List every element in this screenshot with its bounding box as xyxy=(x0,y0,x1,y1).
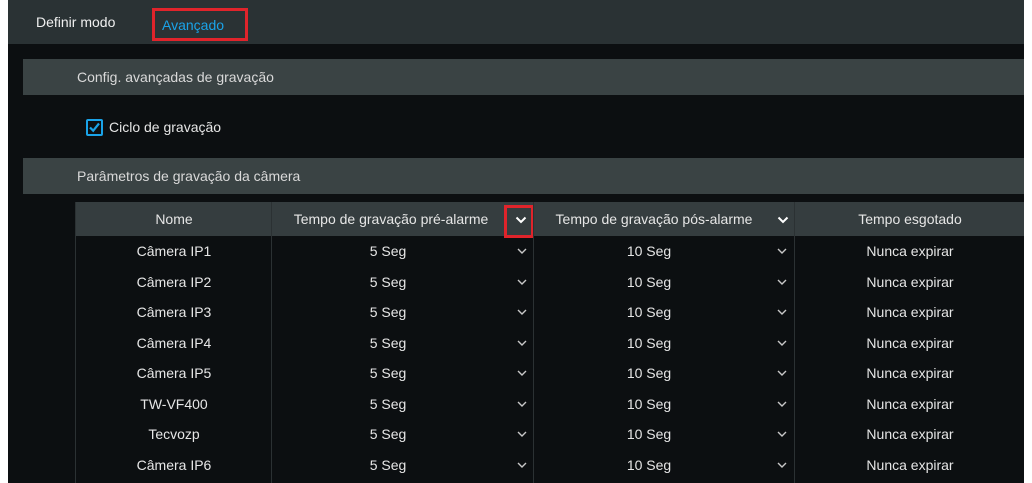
expire-select[interactable]: Nunca expirar xyxy=(795,236,1024,267)
expire-select[interactable]: Nunca expirar xyxy=(795,450,1024,481)
table-body: Câmera IP1 5 Seg 10 Seg Nunca expirar Câmera… xyxy=(76,236,1024,480)
table-row: Câmera IP6 5 Seg 10 Seg Nunca expirar xyxy=(76,450,1024,481)
pre-alarm-chevron-down-icon[interactable] xyxy=(517,429,527,439)
post-alarm-chevron-down-icon[interactable] xyxy=(777,368,787,378)
header-expire: Tempo esgotado xyxy=(858,211,962,227)
table-row: Câmera IP5 5 Seg 10 Seg Nunca expirar xyxy=(76,358,1024,389)
expire-select[interactable]: Nunca expirar xyxy=(795,358,1024,389)
checkmark-icon xyxy=(89,122,100,132)
table-row: TW-VF400 5 Seg 10 Seg Nunca expirar xyxy=(76,389,1024,420)
camera-name-cell: Câmera IP4 xyxy=(136,334,212,351)
camera-name-cell: Câmera IP6 xyxy=(136,456,212,473)
recording-settings-screen: Definir modo Avançado Config. avançadas … xyxy=(8,0,1024,483)
post-alarm-chevron-down-icon[interactable] xyxy=(777,429,787,439)
cycle-record-label: Ciclo de gravação xyxy=(109,119,222,135)
post-alarm-chevron-down-icon[interactable] xyxy=(777,214,789,226)
pre-alarm-select[interactable]: 5 Seg xyxy=(272,236,534,267)
post-alarm-select[interactable]: 10 Seg xyxy=(534,297,794,328)
camera-name-cell: Câmera IP3 xyxy=(136,304,212,320)
pre-alarm-chevron-down-icon[interactable] xyxy=(517,246,527,256)
post-alarm-select[interactable]: 10 Seg xyxy=(534,328,794,359)
post-alarm-chevron-down-icon[interactable] xyxy=(777,460,787,470)
pre-alarm-chevron-down-icon[interactable] xyxy=(517,399,527,409)
camera-params-table: Nome Tempo de gravação pré-alarme Tempo … xyxy=(75,202,1024,483)
post-alarm-chevron-down-icon[interactable] xyxy=(777,246,787,256)
expire-select[interactable]: Nunca expirar xyxy=(795,267,1024,298)
post-alarm-select[interactable]: 10 Seg xyxy=(534,389,794,420)
post-alarm-select[interactable]: 10 Seg xyxy=(534,419,794,450)
post-alarm-chevron-down-icon[interactable] xyxy=(777,307,787,317)
pre-alarm-dropdown-highlight xyxy=(504,205,534,238)
tab-bar: Definir modo Avançado xyxy=(8,0,1024,44)
header-name: Nome xyxy=(155,211,193,227)
camera-name-cell: Câmera IP2 xyxy=(136,273,212,290)
post-alarm-chevron-down-icon[interactable] xyxy=(777,338,787,348)
post-alarm-chevron-down-icon[interactable] xyxy=(777,399,787,409)
pre-alarm-select[interactable]: 5 Seg xyxy=(272,358,534,389)
header-post-alarm: Tempo de gravação pós-alarme xyxy=(555,211,753,227)
pre-alarm-chevron-down-icon[interactable] xyxy=(517,368,527,378)
pre-alarm-chevron-down-icon[interactable] xyxy=(517,460,527,470)
header-pre-alarm: Tempo de gravação pré-alarme xyxy=(293,211,489,227)
pre-alarm-chevron-down-icon[interactable] xyxy=(517,338,527,348)
table-row: Câmera IP2 5 Seg 10 Seg Nunca expirar xyxy=(76,267,1024,298)
section-camera-params: Parâmetros de gravação da câmera xyxy=(23,158,1024,194)
expire-select[interactable]: Nunca expirar xyxy=(795,419,1024,450)
table-row: Câmera IP1 5 Seg 10 Seg Nunca expirar xyxy=(76,236,1024,267)
pre-alarm-select[interactable]: 5 Seg xyxy=(272,328,534,359)
cycle-record-checkbox[interactable] xyxy=(86,118,103,136)
camera-name-cell: Câmera IP1 xyxy=(136,243,212,259)
pre-alarm-select[interactable]: 5 Seg xyxy=(272,419,534,450)
post-alarm-select[interactable]: 10 Seg xyxy=(534,267,794,298)
post-alarm-select[interactable]: 10 Seg xyxy=(534,236,794,267)
camera-name-cell: TW-VF400 xyxy=(140,395,208,412)
table-row: Câmera IP3 5 Seg 10 Seg Nunca expirar xyxy=(76,297,1024,328)
post-alarm-select[interactable]: 10 Seg xyxy=(534,450,794,481)
tab-avancado[interactable]: Avançado xyxy=(152,8,248,41)
expire-select[interactable]: Nunca expirar xyxy=(795,297,1024,328)
post-alarm-chevron-down-icon[interactable] xyxy=(777,277,787,287)
pre-alarm-select[interactable]: 5 Seg xyxy=(272,389,534,420)
expire-select[interactable]: Nunca expirar xyxy=(795,389,1024,420)
table-header: Nome Tempo de gravação pré-alarme Tempo … xyxy=(76,202,1024,238)
post-alarm-select[interactable]: 10 Seg xyxy=(534,358,794,389)
table-row: Câmera IP4 5 Seg 10 Seg Nunca expirar xyxy=(76,328,1024,359)
pre-alarm-select[interactable]: 5 Seg xyxy=(272,267,534,298)
cycle-record-checkbox-row[interactable]: Ciclo de gravação xyxy=(86,117,221,137)
pre-alarm-select[interactable]: 5 Seg xyxy=(272,297,534,328)
pre-alarm-chevron-down-icon[interactable] xyxy=(517,277,527,287)
pre-alarm-select[interactable]: 5 Seg xyxy=(272,450,534,481)
table-row: Tecvozp 5 Seg 10 Seg Nunca expirar xyxy=(76,419,1024,450)
expire-select[interactable]: Nunca expirar xyxy=(795,328,1024,359)
camera-name-cell: Câmera IP5 xyxy=(136,365,212,381)
camera-name-cell: Tecvozp xyxy=(148,426,200,442)
section-advanced-record: Config. avançadas de gravação xyxy=(23,59,1024,95)
tab-definir-modo[interactable]: Definir modo xyxy=(36,14,115,30)
pre-alarm-chevron-down-icon[interactable] xyxy=(517,307,527,317)
